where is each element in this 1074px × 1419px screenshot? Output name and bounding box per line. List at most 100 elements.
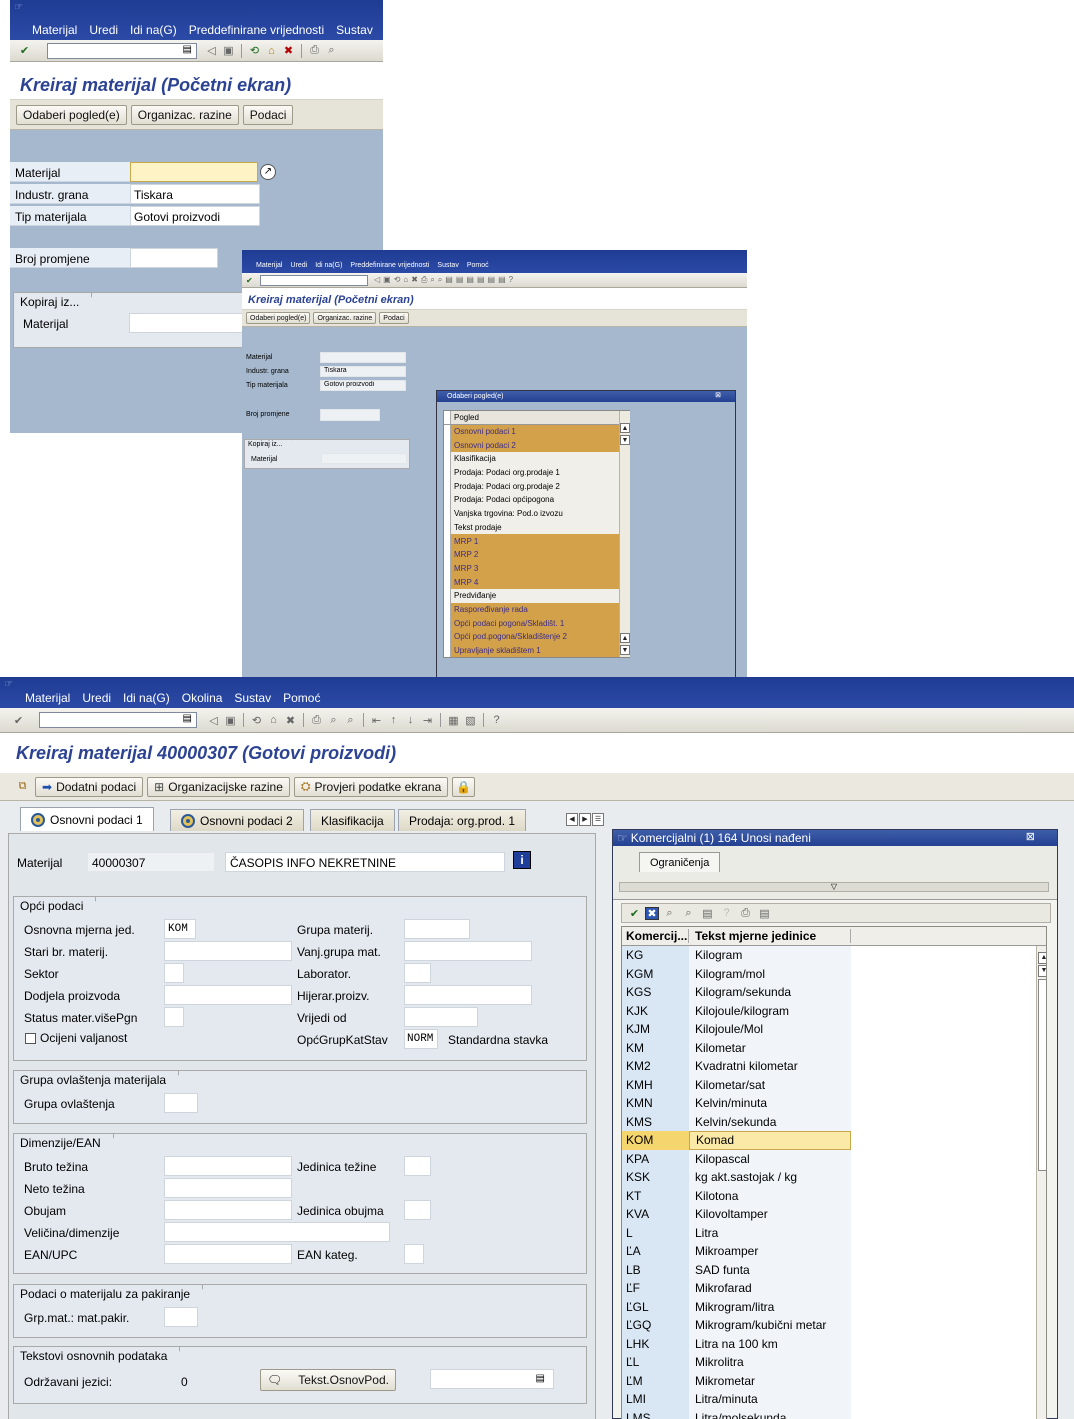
material-type-field[interactable]: Gotovi proizvodi▤ xyxy=(130,206,260,226)
tab-klasifikacija[interactable]: Klasifikacija xyxy=(310,809,395,831)
first-page-icon[interactable]: ⇤ xyxy=(368,712,385,728)
menu-materijal[interactable]: Materijal xyxy=(32,23,77,37)
command-field[interactable]: ▤ xyxy=(47,42,197,59)
uom-row[interactable]: KMN Kelvin/minuta xyxy=(622,1094,1046,1113)
info-icon[interactable]: i xyxy=(513,851,531,869)
view-list-item[interactable]: Prodaja: Podaci org.prodaje 1 xyxy=(444,465,629,480)
volume-input[interactable] xyxy=(164,1200,292,1220)
view-checkbox[interactable] xyxy=(444,506,451,521)
division-input[interactable] xyxy=(164,963,184,983)
cancel-icon[interactable]: ✖ xyxy=(280,43,297,59)
uom-row[interactable]: L Litra xyxy=(622,1223,1046,1242)
view-checkbox[interactable] xyxy=(444,438,451,453)
uom-row[interactable]: KJM Kilojoule/Mol xyxy=(622,1020,1046,1039)
data-button[interactable]: Podaci xyxy=(242,104,294,125)
view-checkbox[interactable] xyxy=(444,561,451,576)
laboratory-input[interactable] xyxy=(404,963,431,983)
uom-row[interactable]: ĽM Mikrometar xyxy=(622,1371,1046,1390)
uom-row[interactable]: LMI Litra/minuta xyxy=(622,1390,1046,1409)
view-list-item[interactable]: Prodaja: Podaci općipogona xyxy=(444,493,629,507)
uom-row[interactable]: ĽL Mikrolitra xyxy=(622,1353,1046,1372)
uom-row[interactable]: KT Kilotona xyxy=(622,1186,1046,1205)
view-checkbox[interactable] xyxy=(444,630,451,644)
help-icon[interactable]: ? xyxy=(718,905,735,921)
new-session-icon[interactable]: ▦ xyxy=(445,712,462,728)
scroll-up-icon[interactable]: ▲ xyxy=(620,423,630,433)
view-list-item[interactable]: Prodaja: Podaci org.prodaje 2 xyxy=(444,479,629,494)
uom-row[interactable]: LB SAD funta xyxy=(622,1260,1046,1279)
save-icon[interactable]: ▣ xyxy=(220,43,237,59)
cancel-icon[interactable]: ✖ xyxy=(645,906,659,920)
material-description-field[interactable]: ČASOPIS INFO NEKRETNINE xyxy=(225,852,505,872)
menu-pomoc[interactable]: Pomoć xyxy=(283,691,320,705)
view-list-item[interactable]: Raspoređivanje rada xyxy=(444,602,629,617)
dropdown-icon[interactable]: ▤ xyxy=(183,713,192,724)
help-icon[interactable]: ? xyxy=(488,712,505,728)
back-icon[interactable]: ⟲ xyxy=(248,712,265,728)
ean-upc-input[interactable] xyxy=(164,1244,292,1264)
ext-material-group-input[interactable] xyxy=(404,941,532,961)
menu-sustav[interactable]: Sustav xyxy=(336,23,373,37)
org-levels-button[interactable]: Organizac. razine xyxy=(313,312,377,324)
uom-row[interactable]: ĽGL Mikrogram/litra xyxy=(622,1297,1046,1316)
back-arrow-icon[interactable]: ◁ xyxy=(203,43,220,59)
sort-icon[interactable]: ▤ xyxy=(699,905,716,921)
find-next-icon[interactable]: ⌕ xyxy=(342,712,359,728)
scroll-down-icon[interactable]: ▼ xyxy=(620,435,630,445)
additional-data-button[interactable]: ➡ Dodatni podaci xyxy=(35,776,144,797)
print-icon[interactable]: ⎙ xyxy=(308,712,325,728)
uom-row[interactable]: ĽF Mikrofarad xyxy=(622,1279,1046,1298)
scroll-down-icon[interactable]: ▼ xyxy=(1038,965,1046,977)
dropdown-icon[interactable]: ▤ xyxy=(536,1373,545,1384)
close-icon[interactable]: ⊠ xyxy=(1026,830,1035,843)
view-list-item[interactable]: Osnovni podaci 1 xyxy=(444,424,629,439)
product-allocation-input[interactable] xyxy=(164,985,292,1005)
scroll-thumb[interactable] xyxy=(1038,979,1046,1171)
industry-field[interactable]: Tiskara▤ xyxy=(130,184,260,204)
uom-row[interactable]: KMS Kelvin/sekunda xyxy=(622,1112,1046,1131)
enter-icon[interactable]: ✔ xyxy=(16,43,33,59)
authorization-input[interactable] xyxy=(164,1093,198,1113)
lock-button[interactable]: 🔒 xyxy=(452,776,476,797)
create-icon[interactable]: ↗ xyxy=(260,164,276,180)
exit-icon[interactable]: ⌂ xyxy=(265,712,282,728)
last-page-icon[interactable]: ⇥ xyxy=(419,712,436,728)
menu-okolina[interactable]: Okolina xyxy=(182,691,223,705)
find-icon[interactable]: ⌕ xyxy=(323,43,340,59)
col-header-text[interactable]: Tekst mjerne jedinice xyxy=(689,929,851,943)
print-icon[interactable]: ⎙ xyxy=(306,43,323,59)
views-scrollbar[interactable]: ▲ ▼ ▲ ▼ xyxy=(619,411,630,657)
view-checkbox[interactable] xyxy=(444,643,451,658)
select-views-button[interactable]: Odaberi pogled(e) xyxy=(246,312,311,324)
menu-idi-na[interactable]: Idi na(G) xyxy=(130,23,177,37)
save-icon[interactable]: ▣ xyxy=(222,712,239,728)
back-icon[interactable]: ⟲ xyxy=(246,43,263,59)
uom-row[interactable]: LHK Litra na 100 km xyxy=(622,1334,1046,1353)
menu-sustav[interactable]: Sustav xyxy=(234,691,271,705)
basic-text-button[interactable]: 🗨 Tekst.OsnovPod. xyxy=(260,1369,396,1391)
view-list-item[interactable]: Opći pod.pogona/Skladištenje 2 xyxy=(444,630,629,644)
basic-text-input[interactable]: ▤ xyxy=(430,1369,554,1389)
menu-sustav[interactable]: Sustav xyxy=(437,262,458,269)
org-levels-button[interactable]: Organizac. razine xyxy=(130,104,239,125)
find-next-icon[interactable]: ⌕ xyxy=(680,905,697,921)
uom-row[interactable]: ĽA Mikroamper xyxy=(622,1242,1046,1261)
uom-row[interactable]: KM2 Kvadratni kilometar xyxy=(622,1057,1046,1076)
tab-osnovni-podaci-2[interactable]: Osnovni podaci 2 xyxy=(170,809,304,831)
menu-materijal[interactable]: Materijal xyxy=(256,262,282,269)
material-group-input[interactable] xyxy=(404,919,470,939)
previous-page-icon[interactable]: ↑ xyxy=(385,712,402,728)
more-icon[interactable]: ▤ xyxy=(756,905,773,921)
shortcut-icon[interactable]: ▧ xyxy=(462,712,479,728)
command-field[interactable] xyxy=(260,274,368,286)
tab-prodaja-org-prod-1[interactable]: Prodaja: org.prod. 1 xyxy=(398,809,527,831)
view-checkbox[interactable] xyxy=(444,547,451,562)
x-plant-status-input[interactable] xyxy=(164,1007,184,1027)
tab-restrictions[interactable]: Ograničenja xyxy=(639,852,721,872)
assign-effective-checkbox[interactable] xyxy=(25,1033,36,1044)
view-checkbox[interactable] xyxy=(444,424,451,439)
command-field[interactable]: ▤ xyxy=(39,712,197,728)
valid-from-input[interactable] xyxy=(404,1007,478,1027)
change-number-input[interactable] xyxy=(130,248,218,268)
cancel-icon[interactable]: ✖ xyxy=(282,712,299,728)
